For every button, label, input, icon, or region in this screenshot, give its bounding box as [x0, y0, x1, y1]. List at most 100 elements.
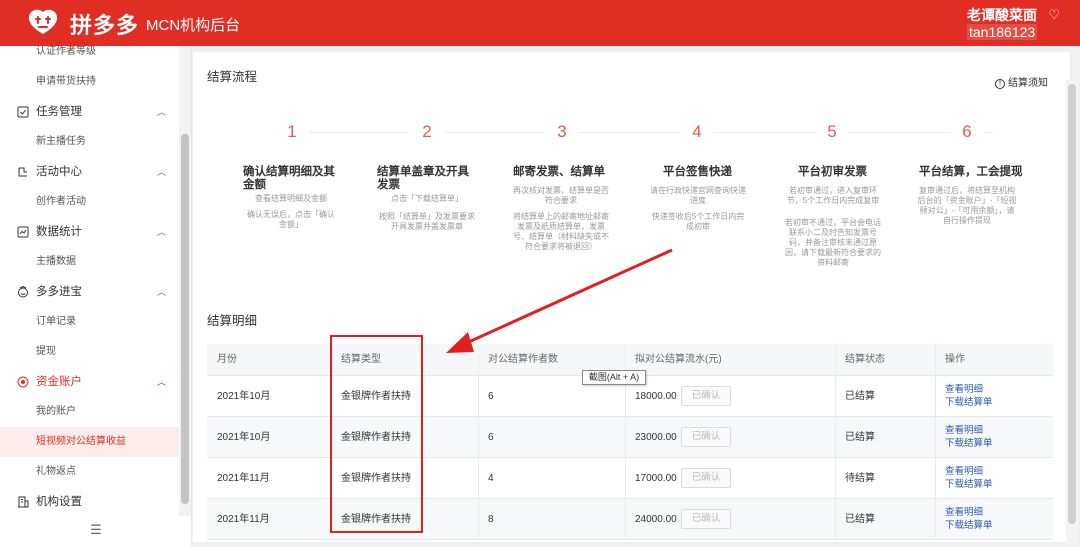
chevron-up-icon: ︿ [156, 287, 166, 297]
sidebar-group-org-settings[interactable]: 机构设置 [0, 487, 180, 517]
annotation-highlight-box [330, 335, 423, 533]
sidebar-item-apply-support[interactable]: 申请带货扶持 [0, 67, 180, 97]
settlement-guide-link[interactable]: ! 结算须知 [995, 74, 1048, 89]
pinduoduo-logo-icon[interactable] [26, 9, 60, 35]
column-header: 月份 [217, 354, 237, 365]
amount-cell: 24000.00 [635, 514, 677, 525]
user-name[interactable]: 老谭酸菜面 [967, 5, 1037, 25]
sidebar-group-label: 活动中心 [36, 166, 82, 178]
checkbox-icon [17, 106, 29, 118]
sidebar-item-my-account[interactable]: 我的账户 [0, 397, 180, 427]
user-menu[interactable]: 老谭酸菜面 ♡ tan186123 [967, 5, 1062, 41]
sidebar-scrollbar-thumb[interactable] [181, 134, 189, 504]
column-header: 拟对公结算流水(元) [635, 354, 722, 365]
sidebar-item-anchor-data[interactable]: 主播数据 [0, 247, 180, 277]
sidebar-group-funds[interactable]: 资金账户 ︿ [0, 367, 180, 397]
status-cell: 待结算 [845, 473, 875, 484]
step-number: 1 [275, 118, 309, 146]
heart-icon: ♡ [1048, 7, 1060, 22]
count-cell: 4 [488, 473, 494, 484]
download-statement-link[interactable]: 下载结算单 [945, 520, 993, 532]
step-desc: 点击「下载结算单」 [391, 194, 463, 203]
view-detail-link[interactable]: 查看明细 [945, 466, 983, 478]
chevron-up-icon: ︿ [156, 167, 166, 177]
smile-icon [18, 286, 28, 298]
wallet-icon [17, 376, 29, 388]
detail-title: 结算明细 [207, 314, 258, 328]
download-statement-link[interactable]: 下载结算单 [945, 479, 993, 491]
download-statement-link[interactable]: 下载结算单 [945, 438, 993, 450]
step-title: 平台签售快递 [663, 166, 732, 178]
sidebar-group-duoduo[interactable]: 多多进宝 ︿ [0, 277, 180, 307]
column-divider [835, 344, 836, 540]
activity-icon [18, 167, 27, 177]
month-cell: 2021年11月 [217, 514, 270, 525]
step-desc: 复审通过后，将结算至机构后台的「资金账户」-「短视频对公」-「可用余额」，请自行… [917, 186, 1017, 225]
column-header: 对公结算作者数 [488, 354, 558, 365]
month-cell: 2021年11月 [217, 473, 270, 484]
step-desc: 查看结算明细及金额 [255, 194, 327, 203]
guide-label: 结算须知 [1008, 78, 1048, 89]
count-cell: 8 [488, 514, 494, 525]
confirm-button[interactable]: 已确认 [681, 468, 731, 488]
step-title: 邮寄发票、结算单 [513, 166, 605, 178]
month-cell: 2021年10月 [217, 432, 271, 443]
count-cell: 6 [488, 391, 494, 402]
step-desc: 若初审通过，进入复审环节，5个工作日内完成复审 [786, 186, 880, 205]
main-content: 结算流程 ! 结算须知 1 确认结算明细及其金额 查看结算明细及金额 确认无误后，… [193, 46, 1080, 547]
main-scrollbar-thumb[interactable] [1068, 84, 1076, 524]
sidebar-group-label: 数据统计 [36, 226, 82, 238]
sidebar-item-orders[interactable]: 订单记录 [0, 307, 180, 337]
app-subtitle: MCN机构后台 [146, 17, 241, 34]
step-desc-extra: 将结算单上的邮寄地址邮寄发票及纸质结算单，发票号、结算单（材料缺失或不符合要求将… [513, 212, 609, 251]
step-desc-extra: 确认无误后，点击「确认金额」 [247, 210, 335, 229]
steps-divider [273, 132, 993, 133]
confirm-button[interactable]: 已确认 [681, 386, 731, 406]
sidebar-item-short-video-settlement[interactable]: 短视频对公结算收益 [0, 427, 180, 457]
column-header: 操作 [945, 354, 965, 365]
step-number: 5 [815, 118, 849, 146]
step-title: 平台初审发票 [798, 166, 867, 178]
sidebar-item-creator-activity[interactable]: 创作者活动 [0, 187, 180, 217]
sidebar-item-withdraw[interactable]: 提现 [0, 337, 180, 367]
chart-icon [17, 226, 29, 238]
sidebar-item-gift-rebate[interactable]: 礼物返点 [0, 457, 180, 487]
user-id: tan186123 [967, 24, 1038, 40]
step-title: 平台结算，工会提现 [919, 166, 1023, 178]
sidebar-item-author-level[interactable]: 认证作者等级 [0, 37, 180, 67]
chevron-up-icon: ︿ [156, 107, 166, 117]
step-desc: 再次核对发票、结算单是否符合要求 [513, 186, 609, 205]
column-divider [935, 344, 936, 540]
view-detail-link[interactable]: 查看明细 [945, 425, 983, 437]
screenshot-tooltip: 截图(Alt + A) [582, 370, 646, 385]
confirm-button[interactable]: 已确认 [681, 427, 731, 447]
sidebar-group-stats[interactable]: 数据统计 ︿ [0, 217, 180, 247]
status-cell: 已结算 [845, 514, 875, 525]
sidebar-group-label: 资金账户 [36, 376, 82, 388]
logo-text[interactable]: 拼多多 [70, 8, 139, 40]
download-statement-link[interactable]: 下载结算单 [945, 397, 993, 409]
step-desc: 请在行政快递官网查询快递进度 [650, 186, 746, 205]
view-detail-link[interactable]: 查看明细 [945, 507, 983, 519]
step-desc-extra: 若初审不通过，平台会电话联系小二及时告知发票号码，并备注审核未通过原因，请下载最… [785, 218, 881, 267]
amount-cell: 17000.00 [635, 473, 677, 484]
count-cell: 6 [488, 432, 494, 443]
info-icon: ! [995, 79, 1005, 89]
step-desc-extra: 快递签收后5个工作日内完成初审 [651, 212, 745, 231]
step-number: 2 [410, 118, 444, 146]
sidebar-group-activity[interactable]: 活动中心 ︿ [0, 157, 180, 187]
column-divider [478, 344, 479, 540]
view-detail-link[interactable]: 查看明细 [945, 384, 983, 396]
confirm-button[interactable]: 已确认 [681, 509, 731, 529]
step-number: 4 [680, 118, 714, 146]
status-cell: 已结算 [845, 391, 875, 402]
sidebar-group-label: 多多进宝 [36, 286, 82, 298]
sidebar: 认证作者等级 申请带货扶持 任务管理 ︿ 新主播任务 活动中心 ︿ 创作者活动 … [0, 46, 192, 547]
step-desc-extra: 按照「结算单」及发票要求开具发票并盖发票章 [379, 212, 475, 231]
step-number: 3 [545, 118, 579, 146]
menu-fold-icon[interactable]: ☰ [86, 522, 106, 538]
sidebar-group-task[interactable]: 任务管理 ︿ [0, 97, 180, 127]
step-title: 确认结算明细及其金额 [243, 166, 335, 191]
sidebar-item-new-anchor-task[interactable]: 新主播任务 [0, 127, 180, 157]
flow-title: 结算流程 [207, 70, 258, 84]
